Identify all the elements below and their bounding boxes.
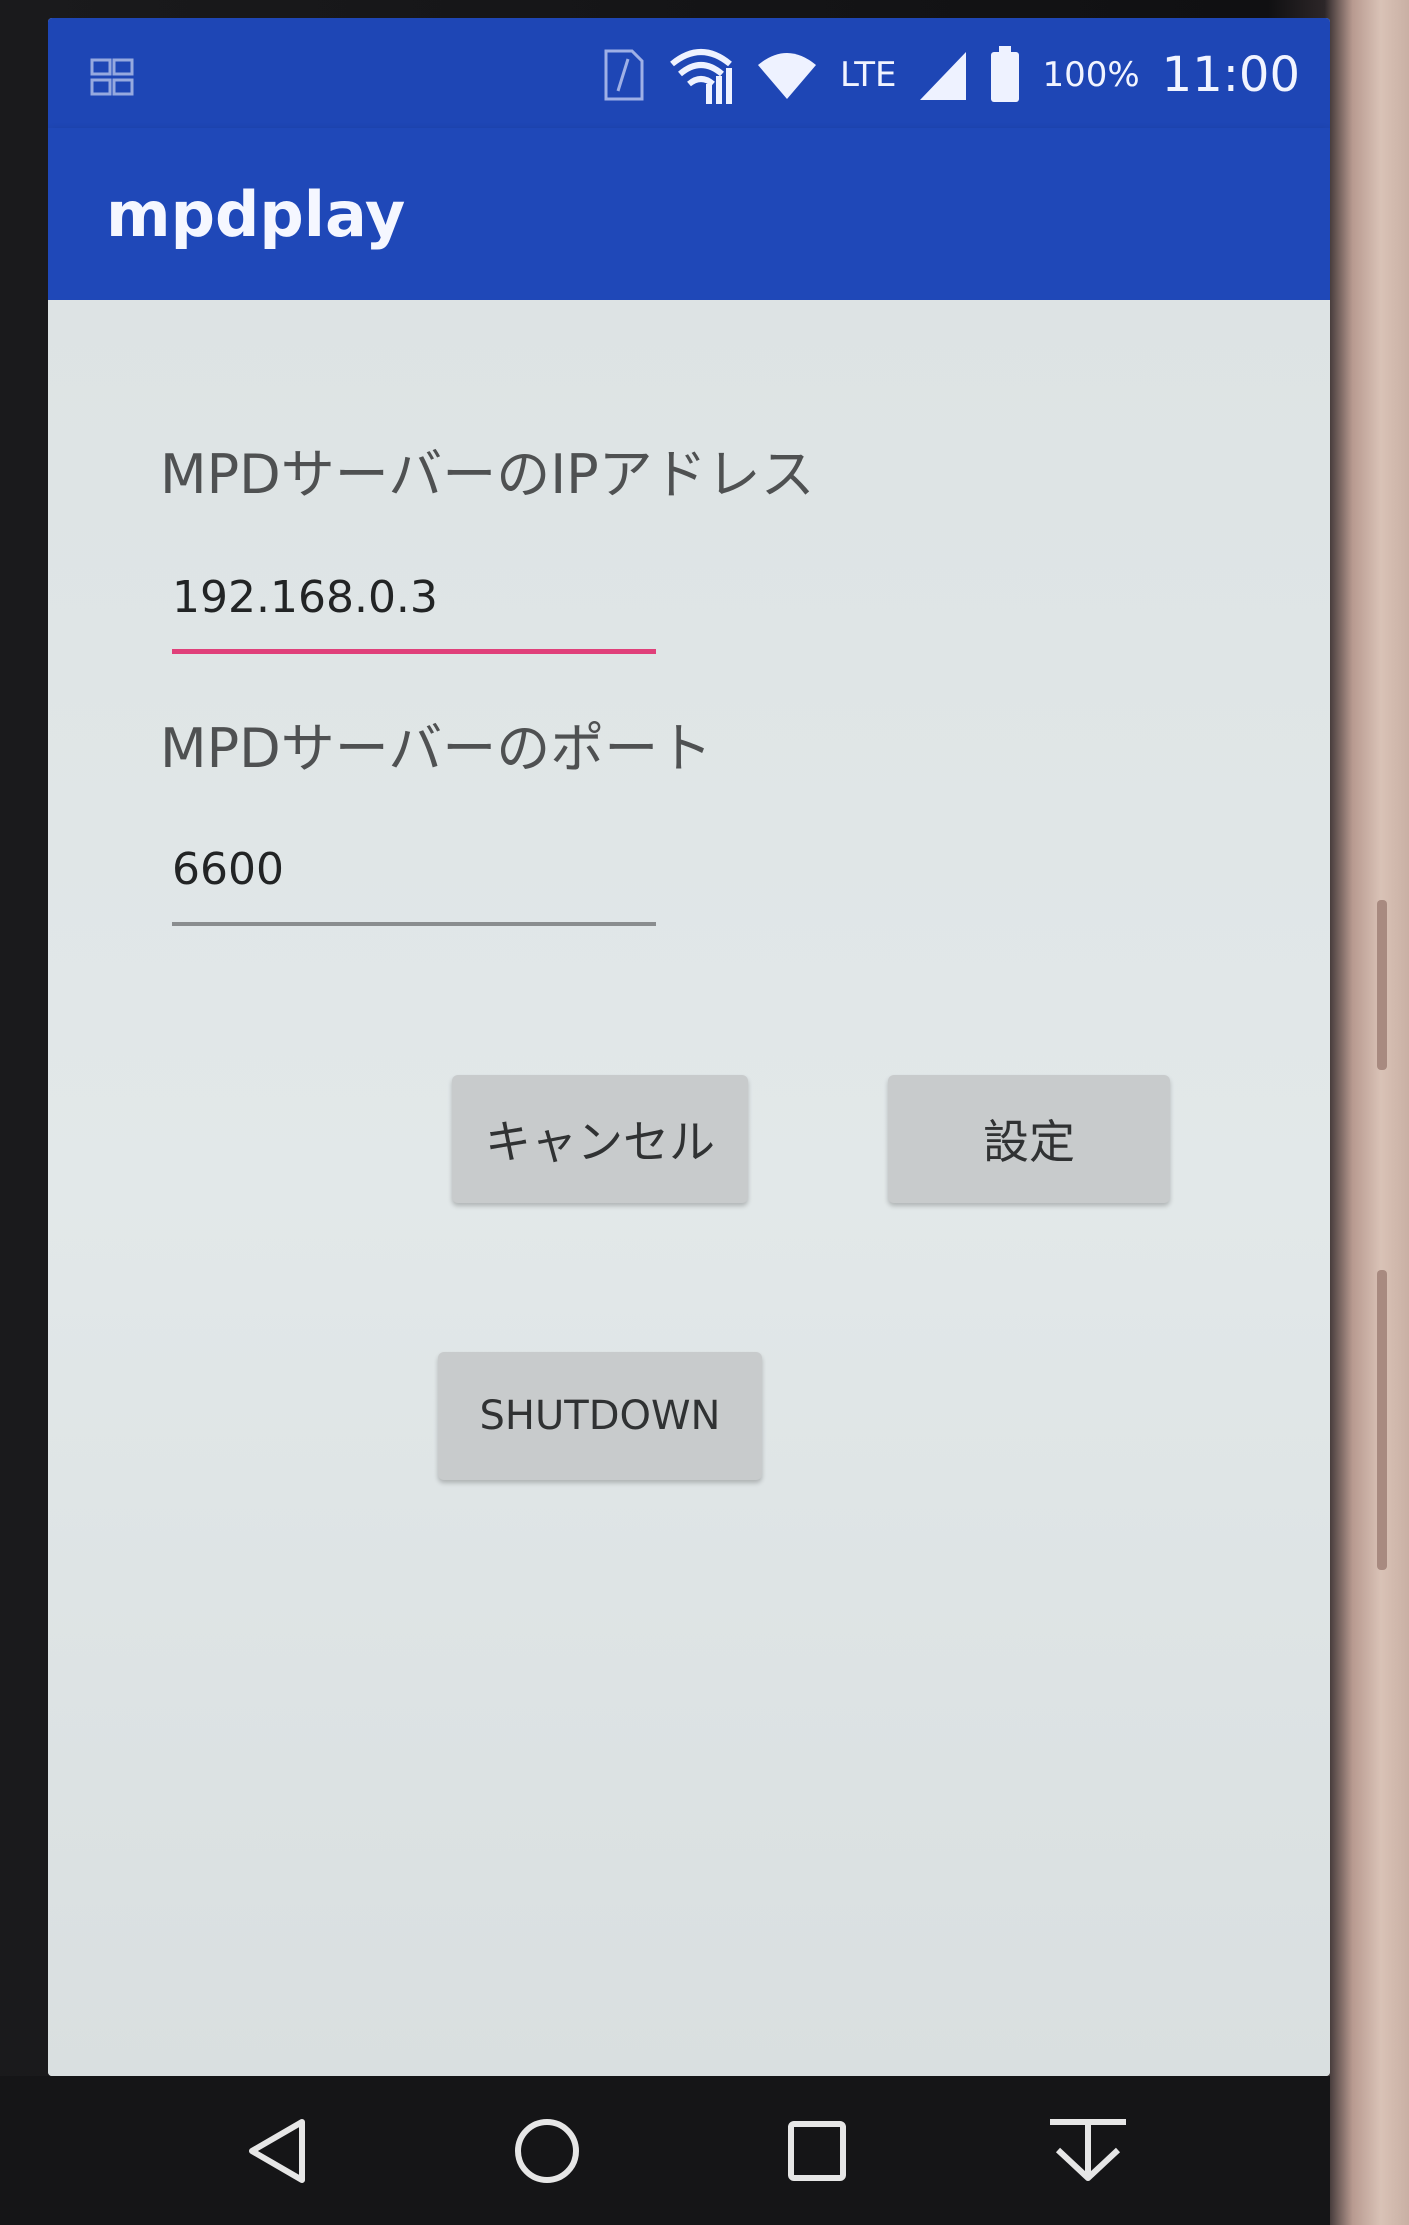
sim-icon [602,47,646,103]
set-button[interactable]: 設定 [888,1075,1170,1203]
app-title: mpdplay [106,178,406,251]
phone-screen: LTE 100% 11:00 mpdplay MPDサーバーのIPアドレス 19… [48,18,1330,2076]
port-value: 6600 [172,844,284,895]
cancel-button[interactable]: キャンセル [452,1075,748,1203]
port-underline [172,922,656,926]
settings-form: MPDサーバーのIPアドレス 192.168.0.3 MPDサーバーのポート 6… [48,300,1330,2076]
shutdown-button[interactable]: SHUTDOWN [438,1352,762,1480]
port-field[interactable]: 6600 [172,834,656,926]
ip-address-underline [172,649,656,654]
ip-address-field[interactable]: 192.168.0.3 [172,562,656,654]
clock: 11:00 [1161,47,1300,103]
network-type: LTE [839,55,897,95]
recents-icon[interactable] [786,2116,848,2190]
ip-address-value: 192.168.0.3 [172,572,438,623]
navigation-bar [0,2076,1330,2225]
battery-icon [990,46,1020,104]
app-bar: mpdplay [48,128,1330,300]
ip-address-label: MPDサーバーのIPアドレス [160,443,815,506]
back-icon[interactable] [246,2116,308,2190]
battery-percent: 100% [1042,55,1140,95]
lte-signal-icon [918,48,968,102]
home-icon[interactable] [512,2116,582,2190]
status-bar: LTE 100% 11:00 [48,18,1330,128]
notification-icon [88,54,140,102]
hide-keyboard-icon[interactable] [1046,2116,1130,2190]
status-icons: LTE 100% 11:00 [602,40,1300,110]
wifi-signal-icon [668,44,734,106]
power-button [1377,1270,1387,1570]
wifi-icon [756,47,818,103]
port-label: MPDサーバーのポート [160,717,713,780]
volume-button [1377,900,1387,1070]
